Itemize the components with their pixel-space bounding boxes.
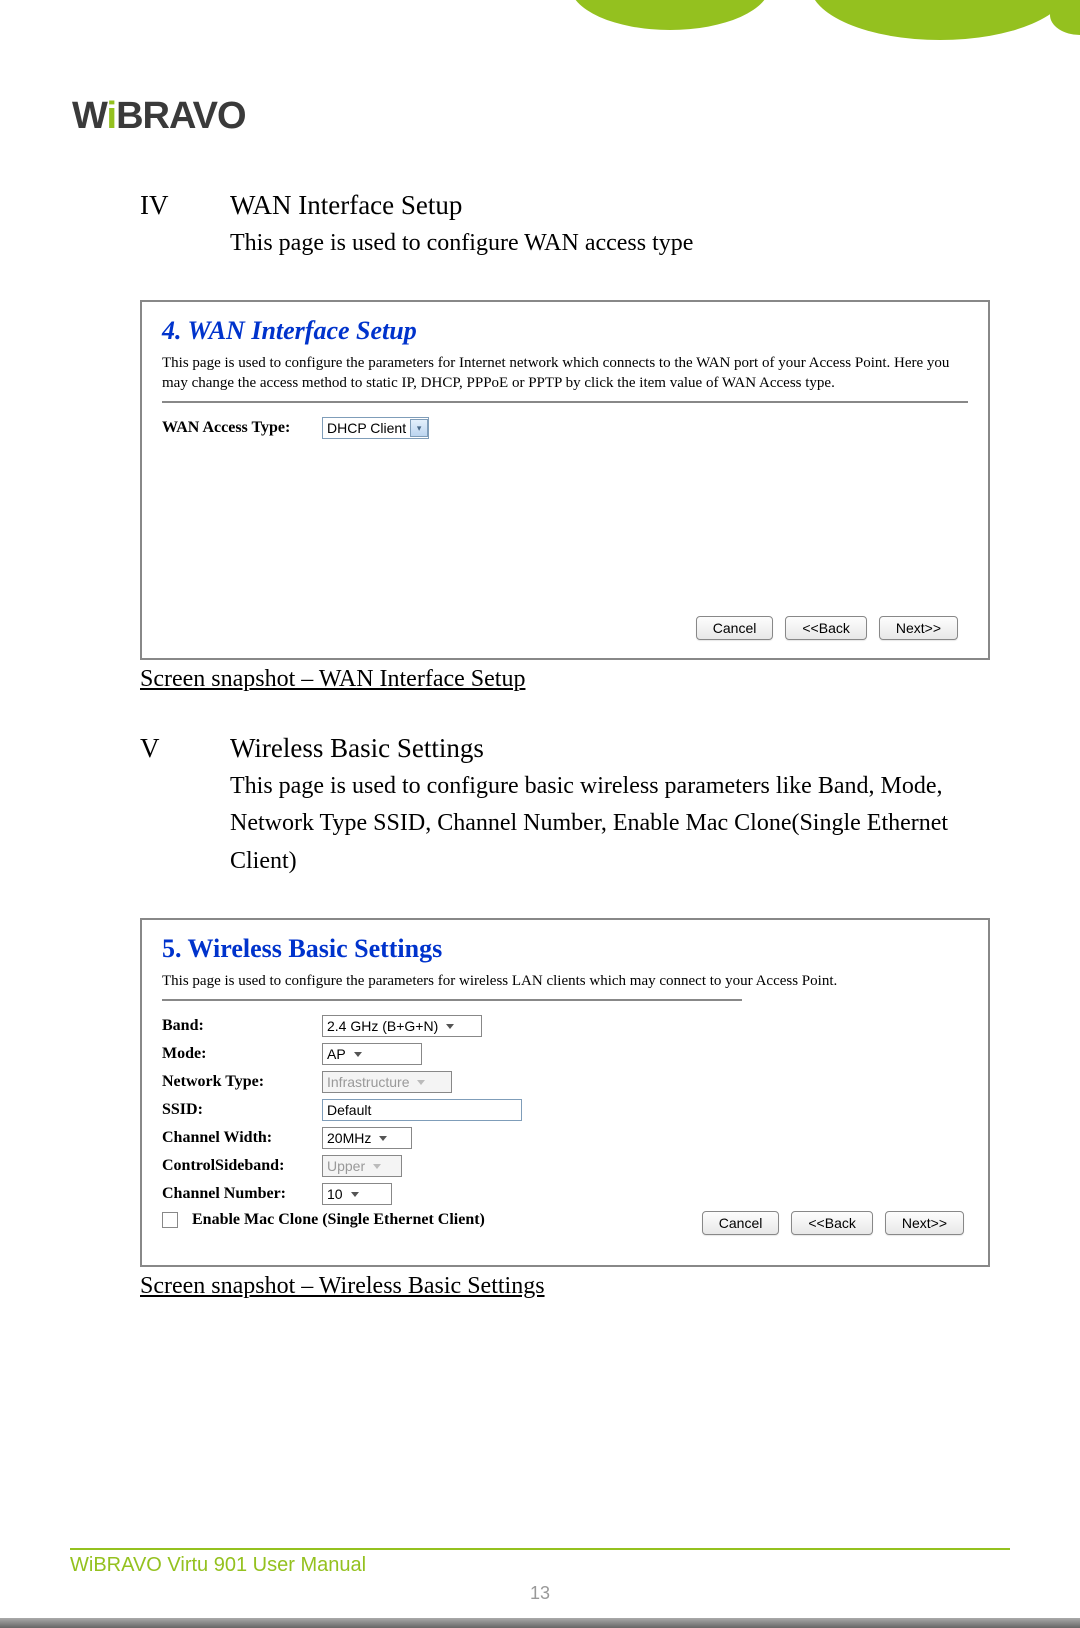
- section-v-numeral: V: [140, 733, 190, 764]
- back-button[interactable]: <<Back: [791, 1211, 872, 1235]
- mode-label: Mode:: [162, 1045, 322, 1063]
- section-iv-numeral: IV: [140, 190, 190, 221]
- next-button[interactable]: Next>>: [885, 1211, 964, 1235]
- channel-number-value: 10: [327, 1186, 343, 1202]
- chevron-down-icon: [446, 1024, 454, 1029]
- network-type-select: Infrastructure: [322, 1071, 452, 1093]
- back-button[interactable]: <<Back: [785, 616, 866, 640]
- wan-access-type-select[interactable]: DHCP Client ▾: [322, 417, 429, 439]
- caption-iv: Screen snapshot – WAN Interface Setup: [140, 666, 990, 693]
- channel-width-label: Channel Width:: [162, 1129, 322, 1147]
- ssid-input[interactable]: Default: [322, 1099, 522, 1121]
- ss-iv-desc: This page is used to configure the param…: [162, 354, 968, 393]
- ss-v-desc: This page is used to configure the param…: [162, 972, 968, 992]
- control-sideband-label: ControlSideband:: [162, 1157, 322, 1175]
- logo: WiBRAVO: [72, 95, 246, 138]
- network-type-value: Infrastructure: [327, 1074, 409, 1090]
- network-type-label: Network Type:: [162, 1073, 322, 1091]
- chevron-down-icon: ▾: [410, 419, 428, 437]
- cancel-button[interactable]: Cancel: [702, 1211, 780, 1235]
- ssid-label: SSID:: [162, 1101, 322, 1119]
- caption-v: Screen snapshot – Wireless Basic Setting…: [140, 1273, 990, 1300]
- channel-number-select[interactable]: 10: [322, 1183, 392, 1205]
- band-value: 2.4 GHz (B+G+N): [327, 1018, 438, 1034]
- channel-number-label: Channel Number:: [162, 1185, 322, 1203]
- header-decoration: [480, 0, 1080, 60]
- screenshot-wireless-basic: 5. Wireless Basic Settings This page is …: [140, 918, 990, 1268]
- ssid-value: Default: [327, 1102, 371, 1118]
- chevron-down-icon: [354, 1052, 362, 1057]
- channel-width-select[interactable]: 20MHz: [322, 1127, 412, 1149]
- mode-value: AP: [327, 1046, 346, 1062]
- band-select[interactable]: 2.4 GHz (B+G+N): [322, 1015, 482, 1037]
- channel-width-value: 20MHz: [327, 1130, 371, 1146]
- page-number: 13: [0, 1583, 1080, 1604]
- footer-divider: [70, 1548, 1010, 1550]
- footer-text: WiBRAVO Virtu 901 User Manual: [70, 1554, 1080, 1577]
- section-iv-desc: This page is used to configure WAN acces…: [230, 225, 990, 262]
- wan-access-type-label: WAN Access Type:: [162, 419, 322, 437]
- wan-access-type-value: DHCP Client: [327, 420, 406, 436]
- control-sideband-select: Upper: [322, 1155, 402, 1177]
- screenshot-wan-interface: 4. WAN Interface Setup This page is used…: [140, 300, 990, 660]
- mac-clone-checkbox[interactable]: [162, 1212, 178, 1228]
- section-v-title: Wireless Basic Settings: [230, 733, 484, 764]
- band-label: Band:: [162, 1017, 322, 1035]
- section-v-desc: This page is used to configure basic wir…: [230, 768, 990, 880]
- ss-iv-title: 4. WAN Interface Setup: [162, 316, 968, 346]
- cancel-button[interactable]: Cancel: [696, 616, 774, 640]
- chevron-down-icon: [373, 1164, 381, 1169]
- ss-v-title: 5. Wireless Basic Settings: [162, 934, 968, 964]
- next-button[interactable]: Next>>: [879, 616, 958, 640]
- bottom-bar: [0, 1618, 1080, 1628]
- chevron-down-icon: [379, 1136, 387, 1141]
- section-iv-title: WAN Interface Setup: [230, 190, 462, 221]
- chevron-down-icon: [351, 1192, 359, 1197]
- control-sideband-value: Upper: [327, 1158, 365, 1174]
- mac-clone-label: Enable Mac Clone (Single Ethernet Client…: [192, 1211, 485, 1229]
- mode-select[interactable]: AP: [322, 1043, 422, 1065]
- chevron-down-icon: [417, 1080, 425, 1085]
